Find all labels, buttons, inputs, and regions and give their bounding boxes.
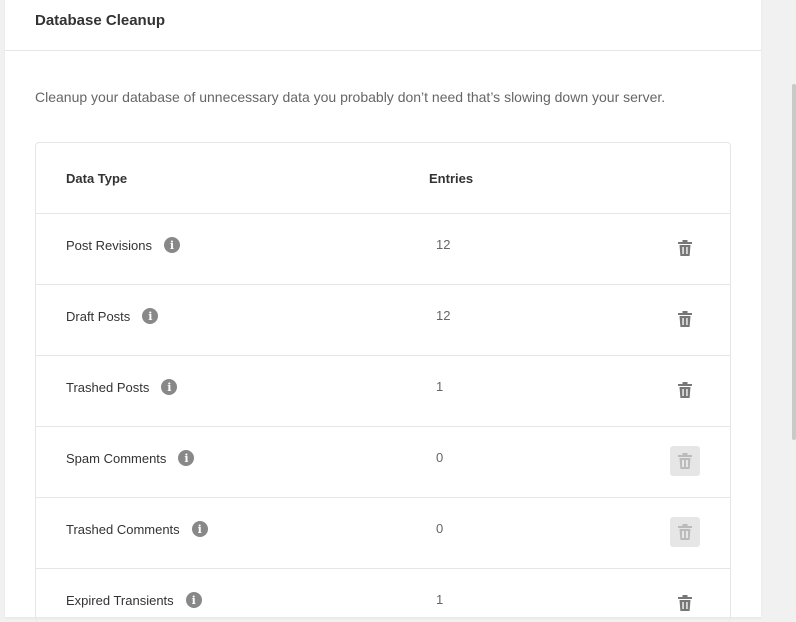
- entries-count: 1: [436, 379, 444, 394]
- scrollbar[interactable]: [792, 84, 796, 440]
- header-data-type: Data Type: [66, 171, 128, 186]
- entries-count: 12: [436, 308, 451, 323]
- entries-count: 0: [436, 521, 444, 536]
- entries-count: 0: [436, 450, 444, 465]
- info-icon[interactable]: i: [161, 379, 178, 395]
- data-type-label: Trashed Comments: [66, 521, 180, 537]
- data-type-label: Trashed Posts: [66, 379, 150, 395]
- trash-icon: [678, 595, 692, 611]
- trash-icon: [678, 382, 692, 398]
- data-type-cell: Trashed Comments i: [66, 521, 208, 537]
- data-type-cell: Draft Posts i: [66, 308, 159, 324]
- data-type-cell: Post Revisions i: [66, 237, 180, 253]
- info-icon[interactable]: i: [191, 521, 208, 537]
- delete-button[interactable]: [670, 517, 700, 547]
- table-row: Trashed Comments i 0: [36, 498, 730, 569]
- delete-button[interactable]: [670, 233, 700, 263]
- info-icon[interactable]: i: [142, 308, 159, 324]
- info-icon[interactable]: i: [178, 450, 195, 466]
- header-entries: Entries: [429, 171, 474, 186]
- table-row: Post Revisions i 12: [36, 214, 730, 285]
- info-icon[interactable]: i: [163, 237, 180, 253]
- delete-button[interactable]: [670, 304, 700, 334]
- trash-icon: [678, 524, 692, 540]
- data-type-cell: Spam Comments i: [66, 450, 195, 466]
- table-row: Draft Posts i 12: [36, 285, 730, 356]
- data-type-label: Draft Posts: [66, 308, 131, 324]
- data-type-label: Post Revisions: [66, 237, 152, 253]
- table-row: Trashed Posts i 1: [36, 356, 730, 427]
- trash-icon: [678, 453, 692, 469]
- entries-count: 1: [436, 592, 444, 607]
- data-type-label: Spam Comments: [66, 450, 167, 466]
- delete-button[interactable]: [670, 446, 700, 476]
- delete-button[interactable]: [670, 375, 700, 405]
- table-header: Data Type Entries: [36, 143, 730, 214]
- cleanup-table: Data Type Entries Post Revisions i 12 Draft…: [35, 142, 731, 622]
- delete-button[interactable]: [670, 588, 700, 618]
- panel-description: Cleanup your database of unnecessary dat…: [35, 89, 666, 105]
- database-cleanup-panel: Database Cleanup Cleanup your database o…: [5, 0, 761, 622]
- entries-count: 12: [436, 237, 451, 252]
- table-body: Post Revisions i 12 Draft Posts i 12 Trashed P…: [36, 214, 730, 622]
- info-icon[interactable]: i: [185, 592, 202, 608]
- data-type-cell: Expired Transients i: [66, 592, 202, 608]
- panel-header: Database Cleanup: [5, 0, 761, 51]
- panel-title: Database Cleanup: [35, 12, 166, 29]
- trash-icon: [678, 240, 692, 256]
- data-type-label: Expired Transients: [66, 592, 174, 608]
- table-row: Expired Transients i 1: [36, 569, 730, 622]
- data-type-cell: Trashed Posts i: [66, 379, 178, 395]
- trash-icon: [678, 311, 692, 327]
- table-row: Spam Comments i 0: [36, 427, 730, 498]
